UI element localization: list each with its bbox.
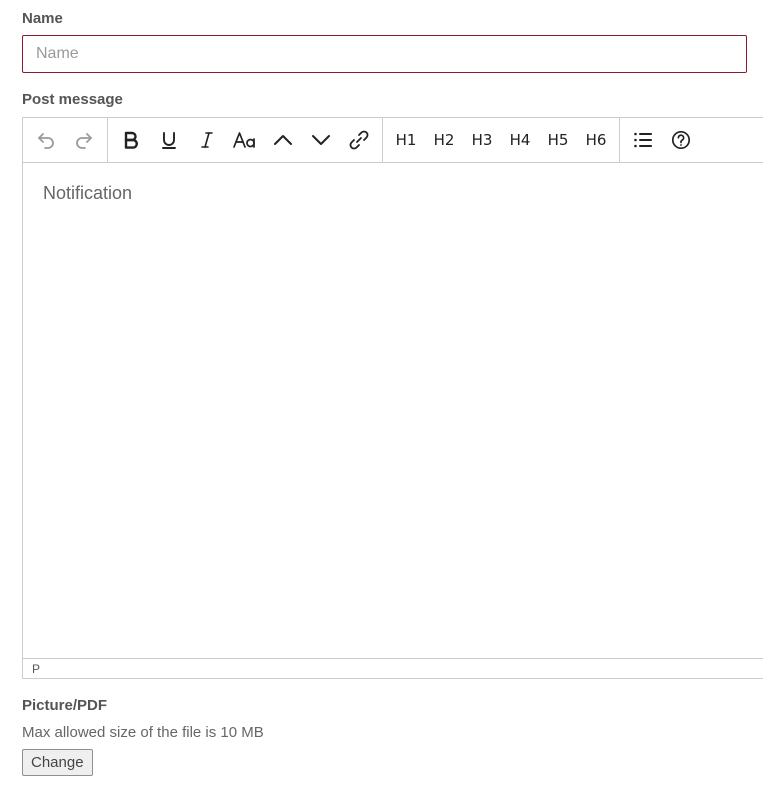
rich-text-editor: H1 H2 H3 H4 H5 H6 Notification P — [22, 117, 763, 679]
editor-placeholder: Notification — [43, 183, 133, 203]
picture-pdf-label: Picture/PDF — [22, 697, 108, 714]
font-size-button[interactable] — [226, 123, 264, 157]
link-button[interactable] — [340, 123, 378, 157]
bold-icon — [122, 130, 140, 150]
post-form: Name Post message — [0, 0, 763, 789]
font-size-icon — [233, 130, 257, 150]
bullet-list-button[interactable] — [624, 123, 662, 157]
heading-3-label: H3 — [471, 131, 493, 149]
chevron-up-icon — [273, 130, 293, 150]
editor-content[interactable]: Notification — [23, 163, 763, 658]
heading-6-button[interactable]: H6 — [577, 123, 615, 157]
help-icon — [671, 130, 691, 150]
heading-6-label: H6 — [585, 131, 607, 149]
heading-2-button[interactable]: H2 — [425, 123, 463, 157]
redo-icon — [74, 130, 94, 150]
chevron-down-icon — [311, 130, 331, 150]
post-message-label: Post message — [22, 91, 123, 108]
formatting-group — [108, 118, 383, 162]
element-path[interactable]: P — [32, 662, 40, 676]
headings-group: H1 H2 H3 H4 H5 H6 — [383, 118, 620, 162]
change-file-button[interactable]: Change — [22, 749, 93, 776]
editor-toolbar: H1 H2 H3 H4 H5 H6 — [23, 118, 763, 163]
italic-button[interactable] — [188, 123, 226, 157]
link-icon — [348, 129, 370, 151]
file-size-hint: Max allowed size of the file is 10 MB — [22, 724, 264, 741]
undo-button[interactable] — [27, 123, 65, 157]
underline-icon — [160, 130, 178, 150]
decrease-button[interactable] — [302, 123, 340, 157]
underline-button[interactable] — [150, 123, 188, 157]
heading-4-button[interactable]: H4 — [501, 123, 539, 157]
history-group — [23, 118, 108, 162]
heading-1-label: H1 — [395, 131, 417, 149]
name-label: Name — [22, 10, 63, 27]
help-button[interactable] — [662, 123, 700, 157]
bold-button[interactable] — [112, 123, 150, 157]
increase-button[interactable] — [264, 123, 302, 157]
undo-icon — [36, 130, 56, 150]
heading-5-button[interactable]: H5 — [539, 123, 577, 157]
heading-4-label: H4 — [509, 131, 531, 149]
heading-2-label: H2 — [433, 131, 455, 149]
editor-statusbar: P — [23, 658, 763, 678]
heading-3-button[interactable]: H3 — [463, 123, 501, 157]
redo-button[interactable] — [65, 123, 103, 157]
italic-icon — [198, 130, 216, 150]
bullet-list-icon — [633, 130, 653, 150]
misc-group — [620, 118, 704, 162]
heading-1-button[interactable]: H1 — [387, 123, 425, 157]
name-input[interactable] — [22, 35, 747, 73]
heading-5-label: H5 — [547, 131, 569, 149]
